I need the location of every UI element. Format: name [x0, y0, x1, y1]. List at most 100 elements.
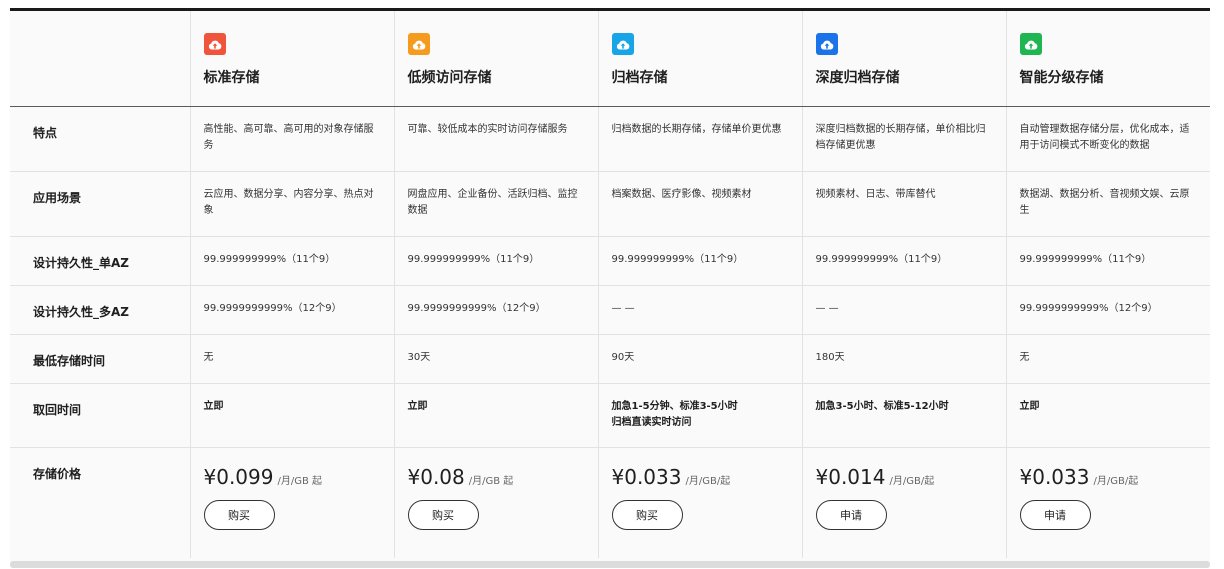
value-cell: 档案数据、医疗影像、视频素材 [597, 171, 802, 237]
cloud-upload-icon [203, 33, 226, 55]
cell-value: 深度归档数据的长期存储，单价相比归档存储更优惠 [815, 124, 986, 151]
cell-value: 加急1-5分钟、标准3-5小时 归档直读实时访问 [611, 401, 738, 428]
storage-comparison-table: 标准存储 低频访问存储 归档存储 深度归档存储 智能分级存储 特点 高性能、高可靠… [10, 8, 1210, 561]
cell-value: 云应用、数据分享、内容分享、热点对象 [203, 189, 374, 216]
row-label-cell: 存储价格 [10, 448, 190, 559]
cell-value: 网盘应用、企业备份、活跃归档、监控数据 [407, 189, 578, 216]
row-scene: 应用场景 云应用、数据分享、内容分享、热点对象 网盘应用、企业备份、活跃归档、监控数… [10, 171, 1210, 237]
product-header: 标准存储 [189, 11, 394, 107]
price-amount: ¥0.099 [203, 465, 274, 489]
price-line: ¥0.08/月/GB 起 [395, 448, 598, 489]
cell-value: 档案数据、医疗影像、视频素材 [611, 189, 752, 200]
row-label: 取回时间 [33, 403, 82, 417]
price-line: ¥0.014/月/GB/起 [803, 448, 1006, 489]
horizontal-scrollbar[interactable] [10, 561, 1210, 568]
header-empty-cell [10, 11, 190, 107]
buy-button[interactable]: 购买 [611, 500, 683, 530]
value-cell: ¥0.099/月/GB 起购买 [189, 447, 394, 558]
price-line: ¥0.033/月/GB/起 [1007, 448, 1211, 489]
cell-value: 99.999999999%（11个9） [815, 254, 948, 265]
buy-button[interactable]: 购买 [203, 500, 275, 530]
apply-button[interactable]: 申请 [815, 500, 887, 530]
cell-value: 99.999999999%（11个9） [1019, 254, 1152, 265]
row-price: 存储价格 ¥0.099/月/GB 起购买 ¥0.08/月/GB 起购买 ¥0.033/… [10, 447, 1211, 559]
value-cell: 99.999999999%（11个9） [189, 236, 394, 286]
value-cell: 99.999999999%（11个9） [801, 236, 1006, 286]
cloud-upload-icon [1019, 33, 1042, 55]
comparison-grid: 标准存储 低频访问存储 归档存储 深度归档存储 智能分级存储 特点 高性能、高可靠… [10, 11, 1210, 558]
row-label-cell: 特点 [10, 106, 190, 172]
cell-value: 可靠、较低成本的实时访问存储服务 [407, 124, 568, 135]
product-header: 归档存储 [597, 11, 802, 107]
product-name: 标准存储 [203, 70, 260, 86]
value-cell: 立即 [189, 383, 394, 448]
value-cell: 99.9999999999%（12个9） [189, 285, 394, 335]
price-amount: ¥0.014 [815, 465, 886, 489]
value-cell: 加急1-5分钟、标准3-5小时 归档直读实时访问 [597, 383, 802, 448]
row-label-cell: 取回时间 [10, 383, 190, 448]
product-header: 深度归档存储 [801, 11, 1006, 107]
value-cell: 可靠、较低成本的实时访问存储服务 [393, 106, 598, 172]
value-cell: — — [597, 285, 802, 335]
cell-value: 高性能、高可靠、高可用的对象存储服务 [203, 124, 374, 151]
value-cell: 99.999999999%（11个9） [597, 236, 802, 286]
value-cell: 视频素材、日志、带库替代 [801, 171, 1006, 237]
value-cell: 网盘应用、企业备份、活跃归档、监控数据 [393, 171, 598, 237]
cell-value: 立即 [407, 401, 428, 412]
row-label: 特点 [33, 126, 58, 140]
cloud-upload-icon [611, 33, 634, 55]
value-cell: 无 [1005, 334, 1210, 384]
cell-value: 视频素材、日志、带库替代 [815, 189, 936, 200]
cloud-upload-icon [407, 33, 430, 55]
apply-button[interactable]: 申请 [1019, 500, 1091, 530]
cell-value: 99.999999999%（11个9） [203, 254, 336, 265]
row-min-time: 最低存储时间 无 30天 90天 180天 无 [10, 334, 1210, 384]
row-dur-multi: 设计持久性_多AZ 99.9999999999%（12个9） 99.99999999… [10, 285, 1210, 335]
value-cell: 立即 [1005, 383, 1210, 448]
cell-value: 加急3-5小时、标准5-12小时 [815, 401, 949, 412]
price-line: ¥0.033/月/GB/起 [599, 448, 802, 489]
cell-value: 立即 [1019, 401, 1040, 412]
buy-button[interactable]: 购买 [407, 500, 479, 530]
cell-value: 数据湖、数据分析、音视频文娱、云原生 [1019, 189, 1190, 216]
cell-value: — — [815, 303, 839, 314]
price-amount: ¥0.033 [611, 465, 682, 489]
value-cell: ¥0.014/月/GB/起申请 [801, 447, 1006, 558]
value-cell: 180天 [801, 334, 1006, 384]
value-cell: 99.9999999999%（12个9） [1005, 285, 1210, 335]
price-amount: ¥0.08 [407, 465, 465, 489]
value-cell: 数据湖、数据分析、音视频文娱、云原生 [1005, 171, 1210, 237]
cell-value: 99.999999999%（11个9） [407, 254, 540, 265]
value-cell: ¥0.033/月/GB/起购买 [597, 447, 802, 558]
value-cell: 自动管理数据存储分层，优化成本，适用于访问模式不断变化的数据 [1005, 106, 1210, 172]
value-cell: ¥0.033/月/GB/起申请 [1005, 447, 1211, 558]
row-label-cell: 设计持久性_多AZ [10, 285, 190, 335]
value-cell: 云应用、数据分享、内容分享、热点对象 [189, 171, 394, 237]
cell-value: 归档数据的长期存储，存储单价更优惠 [611, 124, 782, 135]
value-cell: 99.999999999%（11个9） [1005, 236, 1210, 286]
product-name: 低频访问存储 [407, 70, 492, 86]
price-amount: ¥0.033 [1019, 465, 1090, 489]
value-cell: 深度归档数据的长期存储，单价相比归档存储更优惠 [801, 106, 1006, 172]
value-cell: 99.999999999%（11个9） [393, 236, 598, 286]
value-cell: — — [801, 285, 1006, 335]
product-header: 智能分级存储 [1005, 11, 1210, 107]
row-label-cell: 最低存储时间 [10, 334, 190, 384]
row-label-cell: 设计持久性_单AZ [10, 236, 190, 286]
cell-value: 无 [1019, 352, 1030, 363]
price-unit: /月/GB/起 [685, 476, 731, 487]
value-cell: 高性能、高可靠、高可用的对象存储服务 [189, 106, 394, 172]
cloud-upload-icon [815, 33, 838, 55]
cell-value: 99.9999999999%（12个9） [1019, 303, 1158, 314]
product-name: 深度归档存储 [815, 70, 900, 86]
price-unit: /月/GB 起 [277, 476, 323, 487]
product-name: 智能分级存储 [1019, 70, 1104, 86]
cell-value: 99.9999999999%（12个9） [203, 303, 342, 314]
row-label: 存储价格 [33, 467, 82, 481]
value-cell: 立即 [393, 383, 598, 448]
cell-value: 立即 [203, 401, 224, 412]
price-unit: /月/GB 起 [468, 476, 514, 487]
cell-value: 30天 [407, 352, 431, 363]
row-label: 最低存储时间 [33, 354, 106, 368]
value-cell: 90天 [597, 334, 802, 384]
